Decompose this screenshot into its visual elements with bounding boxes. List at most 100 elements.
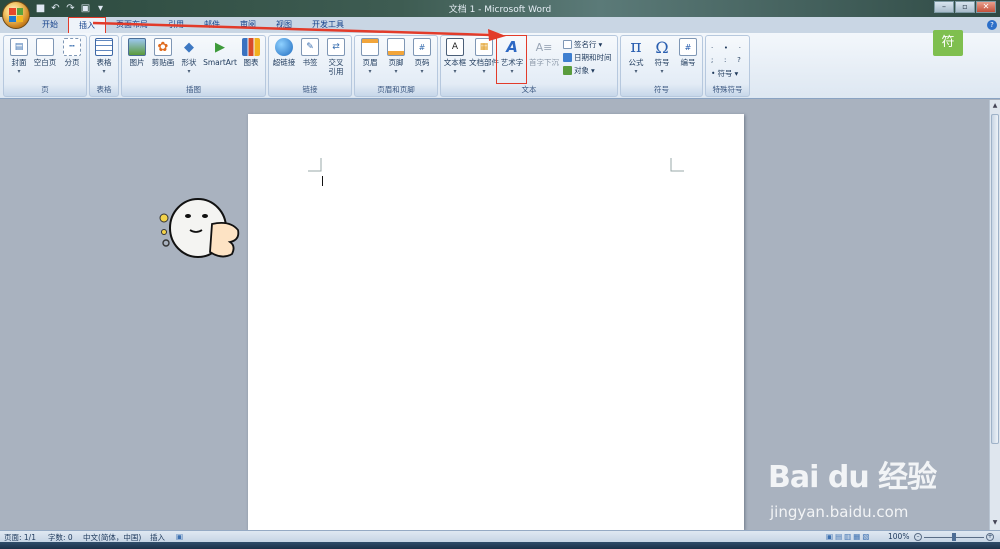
group-label-tables: 表格 bbox=[96, 85, 112, 94]
wordart-highlight-box bbox=[496, 35, 527, 84]
tab-view[interactable]: 视图 bbox=[266, 17, 302, 33]
bookmark-icon: ✎ bbox=[301, 38, 319, 56]
office-button[interactable] bbox=[2, 1, 30, 29]
quickparts-icon: ▦ bbox=[475, 38, 493, 56]
tab-insert[interactable]: 插入 bbox=[68, 17, 106, 33]
tab-mailings[interactable]: 邮件 bbox=[194, 17, 230, 33]
blank-page-button[interactable]: 空白页 bbox=[32, 38, 58, 67]
chevron-down-icon: ▾ bbox=[734, 69, 739, 78]
scroll-up-icon[interactable]: ▲ bbox=[991, 102, 999, 111]
zoom-thumb[interactable] bbox=[952, 533, 956, 541]
cover-page-button[interactable]: ▤ 封面 ▾ bbox=[6, 38, 32, 76]
cover-page-icon: ▤ bbox=[10, 38, 28, 56]
bookmark-button[interactable]: ✎ 书签 bbox=[297, 38, 323, 67]
tab-developer[interactable]: 开发工具 bbox=[302, 17, 354, 33]
clipart-icon: ✿ bbox=[154, 38, 172, 56]
minimize-button[interactable]: – bbox=[934, 1, 954, 13]
group-links: 超链接 ✎ 书签 ⇄ 交叉 引用 链接 bbox=[268, 35, 352, 97]
group-label-symbols: 符号 bbox=[654, 85, 669, 94]
symbol-button[interactable]: Ω 符号 ▾ bbox=[649, 38, 675, 76]
zoom-level[interactable]: 100% bbox=[888, 532, 909, 541]
textbox-button[interactable]: A 文本框 ▾ bbox=[442, 38, 468, 76]
zoom-slider[interactable]: – + bbox=[914, 533, 994, 542]
date-time-button[interactable]: 日期和时间 bbox=[563, 52, 612, 63]
header-button[interactable]: 页眉 ▾ bbox=[357, 38, 383, 76]
page-number-icon: # bbox=[413, 38, 431, 56]
dropcap-button[interactable]: A≡ 首字下沉 bbox=[528, 38, 560, 68]
page-number-button[interactable]: # 页码 ▾ bbox=[409, 38, 435, 76]
page-break-icon: ┅ bbox=[63, 38, 81, 56]
picture-icon bbox=[128, 38, 146, 56]
calendar-icon bbox=[563, 53, 572, 62]
zoom-out-icon[interactable]: – bbox=[914, 533, 922, 541]
vertical-scrollbar[interactable]: ▲ ▼ bbox=[989, 100, 1000, 530]
chart-button[interactable]: 图表 bbox=[238, 38, 264, 67]
chevron-down-icon: ▾ bbox=[453, 68, 457, 75]
quickparts-button[interactable]: ▦ 文档部件 ▾ bbox=[469, 38, 499, 76]
cross-reference-button[interactable]: ⇄ 交叉 引用 bbox=[323, 38, 349, 76]
hyperlink-button[interactable]: 超链接 bbox=[271, 38, 297, 67]
special-symbols-grid[interactable]: · • ·; : ? bbox=[711, 42, 747, 66]
chevron-down-icon: ▾ bbox=[394, 68, 398, 75]
chevron-down-icon: ▾ bbox=[187, 68, 191, 75]
tab-page-layout[interactable]: 页面布局 bbox=[106, 17, 158, 33]
number-button[interactable]: # 编号 bbox=[675, 38, 701, 67]
chevron-down-icon: ▾ bbox=[591, 66, 595, 75]
help-icon[interactable]: ? bbox=[987, 20, 997, 30]
scrollbar-thumb[interactable] bbox=[991, 114, 999, 444]
chevron-down-icon: ▾ bbox=[634, 68, 638, 75]
shapes-button[interactable]: ◆ 形状 ▾ bbox=[176, 38, 202, 76]
bullet-icon: • bbox=[711, 69, 716, 78]
equation-button[interactable]: π 公式 ▾ bbox=[623, 38, 649, 76]
page-break-button[interactable]: ┅ 分页 bbox=[59, 38, 85, 67]
addin-badge[interactable]: 符 bbox=[933, 30, 963, 56]
group-text: A 文本框 ▾ ▦ 文档部件 ▾ A 艺术字 ▾ A≡ 首字下沉 签名行 ▾ 日期… bbox=[440, 35, 618, 97]
clipart-button[interactable]: ✿ 剪贴画 bbox=[150, 38, 176, 67]
picture-button[interactable]: 图片 bbox=[124, 38, 150, 67]
tab-home[interactable]: 开始 bbox=[32, 17, 68, 33]
smartart-icon: ▶ bbox=[215, 39, 225, 55]
chevron-down-icon: ▾ bbox=[598, 40, 603, 49]
text-cursor bbox=[322, 176, 323, 186]
group-label-special-symbols: 特殊符号 bbox=[712, 85, 743, 94]
margin-corner-top-left bbox=[308, 158, 322, 172]
chart-icon bbox=[242, 38, 260, 56]
globe-icon bbox=[275, 38, 293, 56]
footer-button[interactable]: 页脚 ▾ bbox=[383, 38, 409, 76]
window-title: 文档 1 - Microsoft Word bbox=[448, 5, 552, 15]
tab-references[interactable]: 引用 bbox=[158, 17, 194, 33]
group-header-footer: 页眉 ▾ 页脚 ▾ # 页码 ▾ 页眉和页脚 bbox=[354, 35, 438, 97]
group-label-text: 文本 bbox=[521, 85, 537, 94]
tab-review[interactable]: 审阅 bbox=[230, 17, 266, 33]
blank-page-icon bbox=[36, 38, 54, 56]
cross-reference-icon: ⇄ bbox=[327, 38, 345, 56]
group-label-pages: 页 bbox=[41, 85, 49, 94]
table-button[interactable]: 表格 ▾ bbox=[91, 38, 117, 76]
scroll-down-icon[interactable]: ▼ bbox=[991, 519, 999, 528]
signature-icon bbox=[563, 40, 572, 49]
group-label-illustrations: 插图 bbox=[186, 85, 201, 94]
footer-icon bbox=[387, 38, 405, 56]
smartart-button[interactable]: ▶ SmartArt bbox=[202, 38, 238, 68]
group-label-links: 链接 bbox=[302, 85, 318, 94]
group-illustrations: 图片 ✿ 剪贴画 ◆ 形状 ▾ ▶ SmartArt 图表 插图 bbox=[121, 35, 266, 97]
maximize-button[interactable]: ▫ bbox=[955, 1, 975, 13]
object-icon bbox=[563, 66, 572, 75]
chevron-down-icon: ▾ bbox=[102, 68, 106, 75]
chevron-down-icon: ▾ bbox=[660, 68, 664, 75]
office-logo-icon bbox=[9, 8, 23, 22]
view-mode-icons[interactable]: ▣▤▥▦▧ bbox=[826, 532, 871, 541]
chevron-down-icon: ▾ bbox=[482, 68, 486, 75]
status-bar: 页面: 1/1 字数: 0 中文(简体，中国) 插入 ▣ ▣▤▥▦▧ 100% … bbox=[0, 530, 1000, 542]
close-button[interactable]: ✕ bbox=[976, 1, 996, 13]
header-icon bbox=[361, 38, 379, 56]
baidu-watermark-url: jingyan.baidu.com bbox=[770, 503, 909, 521]
textbox-icon: A bbox=[446, 38, 464, 56]
group-label-header-footer: 页眉和页脚 bbox=[377, 85, 415, 94]
object-button[interactable]: 对象 ▾ bbox=[563, 65, 595, 76]
special-symbol-button[interactable]: • 符号 ▾ bbox=[711, 68, 738, 79]
omega-icon: Ω bbox=[655, 37, 669, 57]
macro-record-icon[interactable]: ▣ bbox=[176, 532, 183, 541]
signature-line-button[interactable]: 签名行 ▾ bbox=[563, 39, 602, 50]
zoom-in-icon[interactable]: + bbox=[986, 533, 994, 541]
